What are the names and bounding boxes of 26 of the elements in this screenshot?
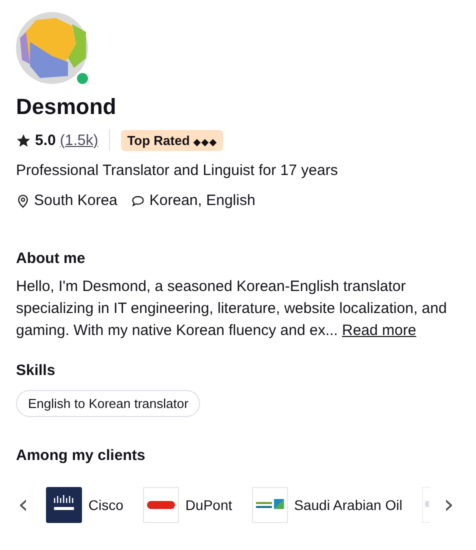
read-more-link[interactable]: Read more [342, 322, 416, 339]
review-count-link[interactable]: (1.5k) [60, 132, 98, 148]
top-rated-badge: Top Rated ◆◆◆ [121, 130, 224, 150]
client-name: Cisco [88, 497, 124, 513]
logo-icon [46, 487, 82, 523]
rating-score: 5.0 [35, 132, 56, 148]
client-name: DuPont [185, 497, 232, 513]
location-pin-icon [16, 194, 30, 208]
client-name: Saudi Arabian Oil [294, 497, 402, 513]
skill-tag: English to Korean translator [16, 390, 200, 417]
next-arrow-button[interactable]: › [438, 490, 460, 520]
about-paragraph: Hello, I'm Desmond, a seasoned Korean-English translator specializing in IT engineering, literature, website localization, and gaming. With my native Korean fluency and ex... Read more [16, 277, 448, 341]
skills-heading: Skills [16, 361, 56, 381]
about-heading: About me [16, 249, 86, 269]
logo-icon [143, 487, 180, 523]
clients-heading: Among my clients [16, 446, 146, 466]
languages-text: Korean, English [149, 191, 256, 211]
headline: Professional Translator and Linguist for 17 years [16, 161, 339, 181]
tutor-name: Desmond [16, 93, 118, 121]
previous-arrow-button[interactable]: ‹ [12, 490, 34, 520]
star-icon [16, 132, 31, 148]
logo-icon [422, 487, 430, 523]
avatar-icon [16, 12, 88, 84]
location-text: South Korea [34, 191, 118, 211]
speech-bubble-icon [131, 194, 146, 208]
logo-icon [252, 487, 288, 523]
